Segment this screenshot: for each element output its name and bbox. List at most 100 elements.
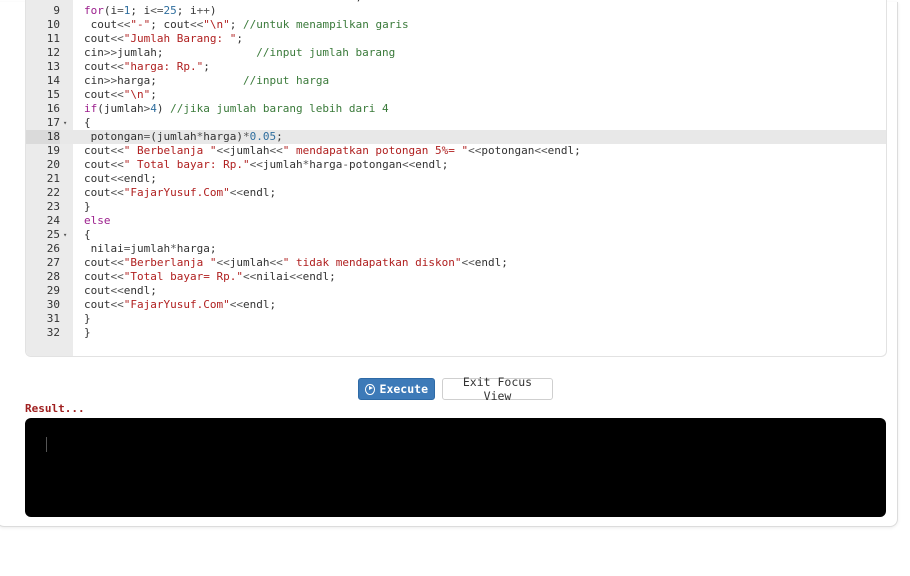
code-token: cin bbox=[84, 46, 104, 59]
code-token: << bbox=[468, 144, 482, 157]
code-token: ; cout bbox=[150, 18, 190, 31]
execute-label: Execute bbox=[379, 382, 428, 396]
code-token: << bbox=[461, 256, 475, 269]
exit-focus-view-button[interactable]: Exit Focus View bbox=[442, 375, 553, 403]
code-line[interactable]: 22 cout<<"FajarYusuf.Com"<<endl; bbox=[26, 186, 886, 200]
code-token: endl; bbox=[547, 144, 581, 157]
code-token: << bbox=[316, 0, 329, 3]
code-text: nilai=jumlah*harga; bbox=[84, 242, 217, 256]
code-token: endl; bbox=[329, 0, 362, 3]
code-token: "\n" bbox=[123, 88, 151, 101]
code-token: "FajarYusuf.Com" bbox=[123, 186, 230, 199]
code-token: cout bbox=[84, 256, 111, 269]
code-token: ; bbox=[236, 32, 243, 45]
code-line[interactable]: 30 cout<<"FajarYusuf.Com"<<endl; bbox=[26, 298, 886, 312]
line-number: 30 bbox=[46, 298, 60, 311]
fold-arrow-icon[interactable]: ▾ bbox=[63, 116, 71, 130]
code-text: } bbox=[84, 326, 91, 340]
code-line[interactable]: 31} bbox=[26, 312, 886, 326]
code-token: "Berberlanja " bbox=[123, 256, 217, 269]
code-line[interactable]: 16 if(jumlah>4) //jika jumlah barang lebi… bbox=[26, 102, 886, 116]
code-token: harga; bbox=[117, 74, 243, 87]
code-text: cout<<"Total bayar= Rp."<<nilai<<endl; bbox=[84, 270, 336, 284]
code-text: cout<<"Jumlah Barang: "; bbox=[84, 32, 243, 46]
code-line[interactable]: 25 ▾ { bbox=[26, 228, 886, 242]
execute-button[interactable]: Execute bbox=[358, 378, 435, 400]
code-token: ; bbox=[150, 88, 157, 101]
code-token: * bbox=[242, 130, 250, 143]
code-line[interactable]: 13 cout<<"harga: Rp."; bbox=[26, 60, 886, 74]
code-token: << bbox=[289, 270, 303, 283]
code-token: << bbox=[249, 158, 263, 171]
code-token: << bbox=[110, 256, 124, 269]
line-number: 19 bbox=[46, 144, 60, 157]
line-number: 31 bbox=[46, 312, 60, 325]
code-line[interactable]: 23} bbox=[26, 200, 886, 214]
code-line[interactable]: 26 nilai=jumlah*harga; bbox=[26, 242, 886, 256]
code-line[interactable]: 24 else bbox=[26, 214, 886, 228]
code-token: (jumlah bbox=[97, 102, 144, 115]
code-line[interactable]: 29 cout<<endl; bbox=[26, 284, 886, 298]
code-token: ; bbox=[203, 60, 210, 73]
line-number: 21 bbox=[46, 172, 60, 185]
code-text: else bbox=[84, 214, 111, 228]
code-text: cout<<"FajarYusuf.Com"<<endl; bbox=[84, 186, 276, 200]
result-terminal[interactable] bbox=[25, 418, 886, 517]
line-number: 23 bbox=[46, 200, 60, 213]
code-token: nilai bbox=[84, 242, 124, 255]
code-token: 25 bbox=[163, 4, 177, 17]
text-cursor bbox=[46, 437, 47, 452]
code-token: << bbox=[111, 0, 124, 3]
line-number: 20 bbox=[46, 158, 60, 171]
code-token: " Berbelanja " bbox=[123, 144, 217, 157]
code-line[interactable]: 28 cout<<"Total bayar= Rp."<<nilai<<endl; bbox=[26, 270, 886, 284]
code-token: jumlah bbox=[262, 158, 303, 171]
code-line[interactable]: 12 cin>>jumlah; //input jumlah barang bbox=[26, 46, 886, 60]
exit-focus-view-label: Exit Focus View bbox=[462, 375, 533, 403]
code-text: cin>>harga; //input harga bbox=[84, 74, 329, 88]
code-line[interactable]: 15 cout<<"\n"; bbox=[26, 88, 886, 102]
code-token: "FajarYusuf.Com" bbox=[123, 298, 230, 311]
code-text: potongan=(jumlah*harga)*0.05; bbox=[84, 130, 283, 144]
code-line[interactable]: 20 cout<<" Total bayar: Rp."<<jumlah*harg… bbox=[26, 158, 886, 172]
code-token: endl; bbox=[123, 284, 157, 297]
code-line[interactable]: 17 ▾ { bbox=[26, 116, 886, 130]
code-token: " tidak mendapatkan diskon" bbox=[282, 256, 462, 269]
code-token: << bbox=[190, 18, 204, 31]
fold-arrow-icon[interactable]: ▾ bbox=[63, 228, 71, 242]
line-number: 25 bbox=[46, 228, 60, 241]
code-token: << bbox=[216, 144, 230, 157]
code-token: << bbox=[229, 186, 243, 199]
code-line[interactable]: 18 potongan=(jumlah*harga)*0.05; bbox=[26, 130, 886, 144]
code-token: = bbox=[117, 4, 124, 17]
code-token: jumlah bbox=[229, 144, 270, 157]
code-line[interactable]: 11 cout<<"Jumlah Barang: "; bbox=[26, 32, 886, 46]
code-line[interactable]: 21 cout<<endl; bbox=[26, 172, 886, 186]
code-token: cout bbox=[84, 18, 118, 31]
code-token: endl; bbox=[242, 298, 277, 311]
code-text: { bbox=[84, 116, 91, 130]
code-line[interactable]: 19 cout<<" Berbelanja "<<jumlah<<" mendap… bbox=[26, 144, 886, 158]
code-token: << bbox=[110, 144, 124, 157]
code-token: else bbox=[84, 214, 111, 227]
code-text: cout<<" Berbelanja "<<jumlah<<" mendapat… bbox=[84, 144, 581, 158]
line-number: 9 bbox=[53, 4, 60, 17]
code-token: cout bbox=[84, 186, 111, 199]
code-token: endl; bbox=[242, 186, 277, 199]
code-line[interactable]: 32} bbox=[26, 326, 886, 340]
code-token: endl; bbox=[123, 172, 157, 185]
code-line[interactable]: 9 for(i=1; i<=25; i++) bbox=[26, 4, 886, 18]
code-token: potongan bbox=[84, 130, 144, 143]
line-number: 27 bbox=[46, 256, 60, 269]
code-token: << bbox=[229, 298, 243, 311]
code-token: << bbox=[110, 186, 124, 199]
line-number: 10 bbox=[46, 18, 60, 31]
code-lines[interactable]: 8cout<<" PROGRAM POTONGAN HARGA 5% "<<en… bbox=[26, 0, 886, 340]
code-line[interactable]: 27 cout<<"Berberlanja "<<jumlah<<" tidak … bbox=[26, 256, 886, 270]
code-editor[interactable]: 8cout<<" PROGRAM POTONGAN HARGA 5% "<<en… bbox=[25, 0, 887, 357]
code-line[interactable]: 14 cin>>harga; //input harga bbox=[26, 74, 886, 88]
code-line[interactable]: 10 cout<<"-"; cout<<"\n"; //untuk menamp… bbox=[26, 18, 886, 32]
code-token: cout bbox=[84, 270, 111, 283]
code-token: << bbox=[534, 144, 548, 157]
code-text: cout<<endl; bbox=[84, 284, 157, 298]
